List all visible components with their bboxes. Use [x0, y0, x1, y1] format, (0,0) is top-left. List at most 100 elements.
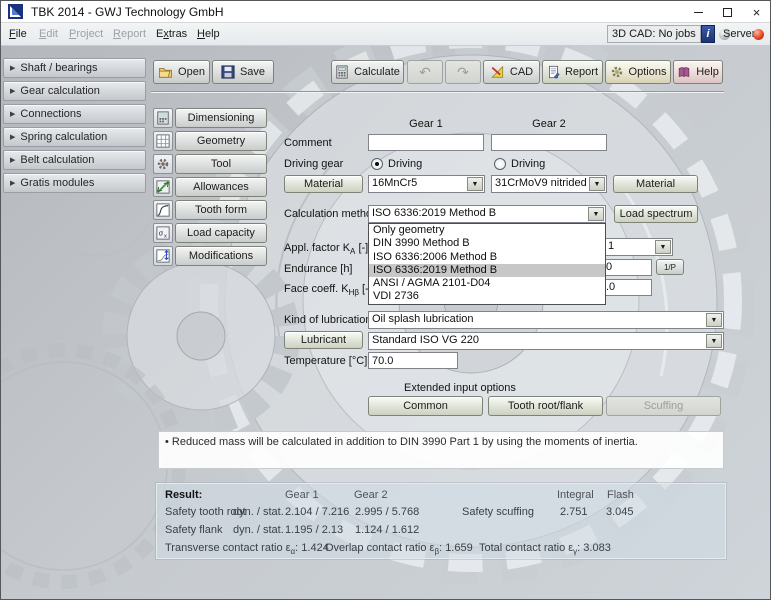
- chevron-down-icon[interactable]: ▼: [467, 177, 483, 191]
- method-option-ansi-agma[interactable]: ANSI / AGMA 2101-D04: [369, 277, 605, 290]
- material-gear1-select[interactable]: 16MnCr5▼: [368, 175, 485, 193]
- comment-gear2-input[interactable]: [491, 134, 607, 151]
- face-coefficient-label: Face coeff. KHβ [-]: [284, 283, 372, 297]
- result-title: Result:: [165, 489, 202, 501]
- transverse-contact-ratio: Transverse contact ratio εα: 1.424: [165, 542, 329, 556]
- report-button[interactable]: Report: [542, 60, 603, 84]
- menu-report: Report: [109, 26, 150, 43]
- chevron-right-icon: ▶: [10, 133, 15, 141]
- overlap-contact-ratio: Overlap contact ratio εβ: 1.659: [325, 542, 473, 556]
- dimensioning-button[interactable]: Dimensioning: [175, 108, 267, 128]
- menu-edit: Edit: [35, 26, 62, 43]
- geometry-button[interactable]: Geometry: [175, 131, 267, 151]
- result-flash-header: Flash: [607, 489, 634, 501]
- close-button[interactable]: ×: [742, 1, 771, 23]
- scuffing-button: Scuffing: [606, 396, 721, 416]
- face-coefficient-input[interactable]: .0: [604, 279, 652, 296]
- common-button[interactable]: Common: [368, 396, 483, 416]
- toolbar-separator: [151, 91, 724, 93]
- driving-gear1-radio-label[interactable]: Driving: [388, 158, 422, 170]
- safety-scuffing-integral-value: 2.751: [560, 506, 588, 518]
- method-option-only-geometry[interactable]: Only geometry: [369, 224, 605, 237]
- calculate-button[interactable]: Calculate: [331, 60, 404, 84]
- sidebar-item-label: Belt calculation: [20, 154, 94, 166]
- chevron-right-icon: ▶: [10, 64, 15, 72]
- kind-of-lubrication-select[interactable]: Oil splash lubrication▼: [368, 311, 724, 329]
- method-option-iso-6336-2019[interactable]: ISO 6336:2019 Method B: [369, 264, 605, 277]
- chevron-down-icon[interactable]: ▼: [589, 177, 605, 191]
- load-spectrum-button[interactable]: Load spectrum: [614, 205, 698, 223]
- method-option-din-3990[interactable]: DIN 3990 Method B: [369, 237, 605, 250]
- menu-help[interactable]: Help: [193, 26, 224, 43]
- calculation-method-label: Calculation method: [284, 208, 378, 220]
- help-book-icon: [677, 66, 691, 79]
- lubricant-button[interactable]: Lubricant: [284, 331, 363, 349]
- gear-icon: [610, 65, 624, 79]
- tool-button[interactable]: Tool: [175, 154, 267, 174]
- load-capacity-button[interactable]: Load capacity: [175, 223, 267, 243]
- total-contact-ratio: Total contact ratio εγ: 3.083: [479, 542, 611, 556]
- menu-extras[interactable]: Extras: [152, 26, 191, 43]
- svg-text:x: x: [164, 233, 167, 239]
- endurance-input[interactable]: 0: [604, 259, 652, 276]
- temperature-input[interactable]: [368, 352, 458, 369]
- result-gear1-header: Gear 1: [285, 489, 319, 501]
- application-factor-select[interactable]: 1▼: [604, 238, 673, 256]
- open-folder-icon: [158, 65, 173, 79]
- kind-of-lubrication-label: Kind of lubrication: [284, 314, 371, 326]
- material-gear2-select[interactable]: 31CrMoV9 nitrided▼: [491, 175, 607, 193]
- server-status-indicator: [753, 29, 764, 40]
- save-button[interactable]: Save: [212, 60, 274, 84]
- safety-flank-gear2-value: 1.124 / 1.612: [355, 524, 419, 536]
- material-gear1-button[interactable]: Material: [284, 175, 363, 193]
- sidebar-item-label: Shaft / bearings: [20, 62, 97, 74]
- result-gear2-header: Gear 2: [354, 489, 388, 501]
- sidebar-item-spring-calculation[interactable]: ▶Spring calculation: [3, 127, 146, 147]
- allowances-button[interactable]: Allowances: [175, 177, 267, 197]
- sidebar-item-gratis-modules[interactable]: ▶Gratis modules: [3, 173, 146, 193]
- driving-gear2-radio[interactable]: [494, 158, 506, 170]
- chevron-right-icon: ▶: [10, 179, 15, 187]
- maximize-button[interactable]: [713, 1, 742, 23]
- info-button[interactable]: i: [701, 25, 715, 43]
- tool-icon: [153, 154, 173, 174]
- tooth-form-button[interactable]: Tooth form: [175, 200, 267, 220]
- safety-flank-gear1-value: 1.195 / 2.13: [285, 524, 343, 536]
- driving-gear2-radio-label[interactable]: Driving: [511, 158, 545, 170]
- comment-label: Comment: [284, 137, 332, 149]
- note-box: • Reduced mass will be calculated in add…: [158, 431, 724, 469]
- maximize-icon: [723, 8, 732, 17]
- minimize-button[interactable]: [684, 1, 713, 23]
- sidebar-item-belt-calculation[interactable]: ▶Belt calculation: [3, 150, 146, 170]
- comment-gear1-input[interactable]: [368, 134, 484, 151]
- calculation-method-select[interactable]: ISO 6336:2019 Method B▼: [368, 205, 606, 223]
- method-option-iso-6336-2006[interactable]: ISO 6336:2006 Method B: [369, 251, 605, 264]
- dimensioning-icon: [153, 108, 173, 128]
- open-button[interactable]: Open: [153, 60, 210, 84]
- calculator-icon: [335, 65, 349, 79]
- chevron-down-icon[interactable]: ▼: [706, 334, 722, 348]
- material-gear2-button[interactable]: Material: [613, 175, 698, 193]
- lubricant-select[interactable]: Standard ISO VG 220▼: [368, 332, 724, 350]
- chevron-down-icon[interactable]: ▼: [655, 240, 671, 254]
- help-button[interactable]: Help: [673, 60, 723, 84]
- options-button[interactable]: Options: [605, 60, 671, 84]
- sidebar-item-connections[interactable]: ▶Connections: [3, 104, 146, 124]
- sidebar-item-shaft-bearings[interactable]: ▶ Shaft / bearings: [3, 58, 146, 78]
- sidebar-item-gear-calculation[interactable]: ▶Gear calculation: [3, 81, 146, 101]
- geometry-icon: [153, 131, 173, 151]
- menu-project: Project: [65, 26, 107, 43]
- menu-file[interactable]: File: [5, 26, 31, 43]
- driving-gear1-radio[interactable]: [371, 158, 383, 170]
- modifications-button[interactable]: Modifications: [175, 246, 267, 266]
- cad-button[interactable]: CAD: [483, 60, 540, 84]
- gear1-header: Gear 1: [368, 118, 484, 130]
- report-document-icon: [547, 65, 560, 79]
- chevron-down-icon[interactable]: ▼: [588, 207, 604, 221]
- cad-drawing-icon: [490, 65, 505, 79]
- tooth-root-flank-button[interactable]: Tooth root/flank: [488, 396, 603, 416]
- method-option-vdi-2736[interactable]: VDI 2736: [369, 290, 605, 303]
- safety-tooth-root-mode: dyn. / stat.: [233, 506, 284, 518]
- chevron-down-icon[interactable]: ▼: [706, 313, 722, 327]
- per-load-spectrum-button[interactable]: 1/P: [656, 259, 684, 275]
